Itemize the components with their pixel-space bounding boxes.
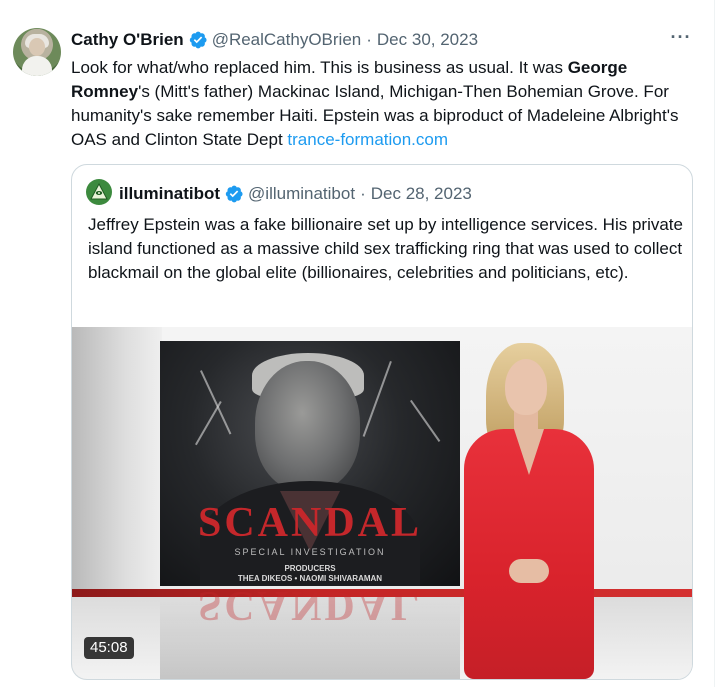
quote-author-name[interactable]: illuminatibot: [119, 184, 220, 204]
quote-header: illuminatibot @illuminatibot · Dec 28, 2…: [119, 184, 472, 204]
tweet-date[interactable]: Dec 30, 2023: [377, 30, 478, 50]
poster-subtitle: SPECIAL INVESTIGATION: [234, 547, 386, 557]
poster-portrait: [255, 361, 360, 491]
poster-reflection: SCANDAL: [160, 582, 460, 679]
quote-text: Jeffrey Epstein was a fake billionaire s…: [88, 215, 683, 282]
video-duration-badge: 45:08: [84, 637, 134, 659]
quote-author-handle[interactable]: @illuminatibot: [248, 184, 355, 204]
presenter-red-dress: [464, 429, 594, 679]
more-options-icon[interactable]: ···: [670, 28, 692, 50]
quoted-tweet[interactable]: illuminatibot @illuminatibot · Dec 28, 2…: [71, 164, 693, 680]
quote-author-avatar[interactable]: [86, 179, 112, 205]
scandal-poster: SCANDAL SPECIAL INVESTIGATION PRODUCERS …: [160, 341, 460, 586]
video-player[interactable]: SCANDAL SPECIAL INVESTIGATION PRODUCERS …: [72, 327, 692, 679]
author-handle[interactable]: @RealCathyOBrien: [212, 30, 362, 50]
quote-date[interactable]: Dec 28, 2023: [371, 184, 472, 204]
producers-label: PRODUCERS: [284, 564, 336, 573]
presenter-hands: [509, 559, 549, 583]
author-name[interactable]: Cathy O'Brien: [71, 30, 184, 50]
verified-badge-icon: [225, 185, 243, 203]
presenter-face: [505, 359, 547, 415]
separator-dot: ·: [366, 30, 372, 49]
author-avatar[interactable]: [13, 28, 61, 76]
poster-title: SCANDAL: [197, 500, 423, 546]
separator-dot: ·: [360, 184, 366, 203]
tweet-header: Cathy O'Brien @RealCathyOBrien · Dec 30,…: [71, 29, 478, 51]
tweet-text: Look for what/who replaced him. This is …: [71, 56, 701, 152]
tweet-text-part: Look for what/who replaced him. This is …: [71, 58, 568, 77]
external-link[interactable]: trance-formation.com: [287, 130, 448, 149]
pyramid-eye-icon: [90, 182, 108, 200]
verified-badge-icon: [189, 31, 207, 49]
